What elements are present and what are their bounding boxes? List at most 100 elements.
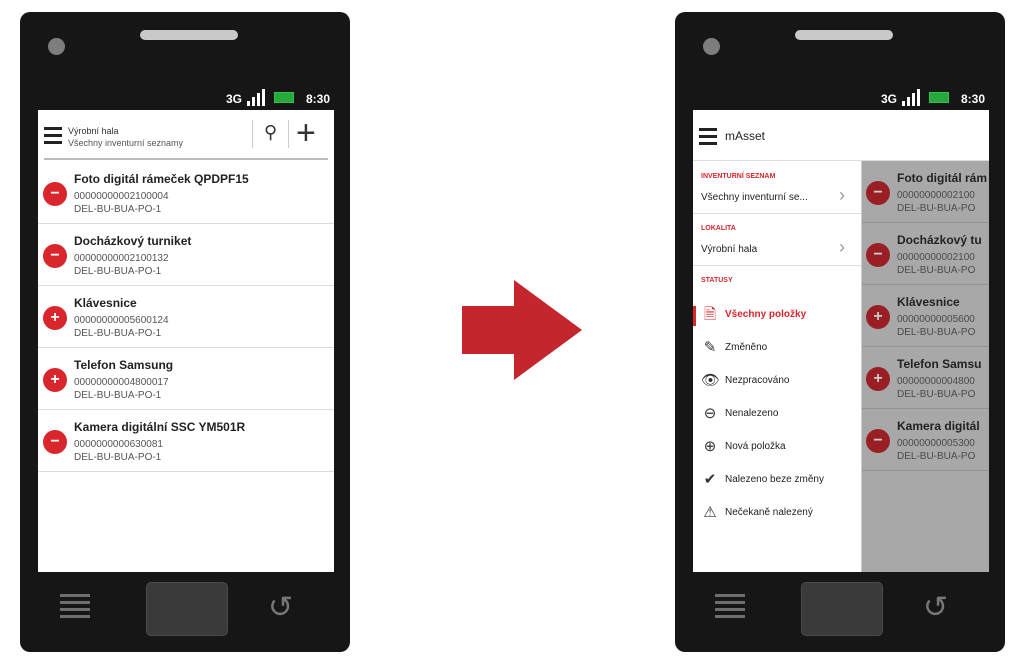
item-title: Telefon Samsu [897, 357, 982, 371]
hamburger-menu-icon[interactable] [699, 128, 717, 145]
hardware-nav-bar: ↺ [20, 572, 350, 652]
item-location: DEL-BU-BUA-PO [897, 327, 976, 338]
pencil-icon: ✎ [703, 339, 717, 356]
warning-icon: ⚠ [703, 504, 717, 521]
phone-left: 3G 8:30 Výrobní hala Všechny inventurní … [20, 12, 350, 652]
clock: 8:30 [960, 92, 985, 106]
item-code: 00000000002100 [897, 190, 975, 201]
item-title: Kamera digitální SSC YM501R [74, 420, 246, 434]
status-filter-unprocessed[interactable]: 👁 Nezpracováno [701, 372, 861, 392]
item-location: DEL-BU-BUA-PO-1 [74, 204, 162, 215]
signal-icon [247, 89, 265, 106]
item-code: 00000000004800 [897, 376, 975, 387]
status-filter-new-item[interactable]: ⊕ Nová položka [701, 438, 861, 458]
eye-icon: 👁 [701, 372, 721, 389]
hamburger-menu-icon[interactable] [44, 127, 62, 144]
item-code: 00000000002100 [897, 252, 975, 263]
status-badge-icon: − [866, 181, 890, 205]
location-selector[interactable]: Výrobní hala [701, 244, 757, 255]
list-item: − Foto digitál rám 00000000002100 DEL-BU… [861, 161, 989, 223]
item-title: Foto digitál rám [897, 171, 987, 185]
hardware-nav-bar: ↺ [675, 572, 1005, 652]
battery-icon [274, 92, 294, 103]
back-arrow-icon[interactable]: ↺ [268, 592, 300, 624]
check-icon: ✔ [703, 471, 717, 488]
item-title: Docházkový tu [897, 233, 982, 247]
item-location: DEL-BU-BUA-PO [897, 265, 976, 276]
plus-circle-icon: ⊕ [703, 438, 717, 455]
list-item: + Klávesnice 00000000005600 DEL-BU-BUA-P… [861, 285, 989, 347]
back-arrow-icon[interactable]: ↺ [923, 592, 955, 624]
inventory-section-label: INVENTURNÍ SEZNAM [701, 173, 776, 180]
header-underline [44, 158, 328, 160]
item-code: 00000000005600124 [74, 315, 169, 326]
home-button[interactable] [146, 582, 228, 636]
item-location: DEL-BU-BUA-PO-1 [74, 328, 162, 339]
search-icon[interactable]: ⚲ [264, 122, 277, 143]
menu-key-icon[interactable] [60, 594, 90, 620]
statuses-section-label: STATUSY [701, 277, 733, 284]
phone-right: 3G 8:30 mAsset − Foto digitál rám 000000… [675, 12, 1005, 652]
divider [693, 213, 861, 214]
status-badge-icon: + [43, 306, 67, 330]
item-location: DEL-BU-BUA-PO [897, 203, 976, 214]
list-item: + Telefon Samsu 00000000004800 DEL-BU-BU… [861, 347, 989, 409]
location-section-label: LOKALITA [701, 225, 736, 232]
status-filter-all[interactable]: 🗎 Všechny položky [701, 306, 861, 326]
menu-key-icon[interactable] [715, 594, 745, 620]
list-item: − Docházkový tu 00000000002100 DEL-BU-BU… [861, 223, 989, 285]
app-header: mAsset [693, 110, 989, 161]
status-badge-icon: + [866, 305, 890, 329]
item-location: DEL-BU-BUA-PO-1 [74, 266, 162, 277]
divider [252, 120, 253, 148]
camera-icon [703, 38, 720, 55]
status-bar: 3G 8:30 [38, 88, 334, 108]
chevron-right-icon[interactable]: › [839, 185, 845, 206]
clock: 8:30 [305, 92, 330, 106]
item-code: 00000000002100004 [74, 191, 169, 202]
speaker-grille [140, 30, 238, 40]
navigation-drawer: INVENTURNÍ SEZNAM Všechny inventurní se.… [693, 161, 862, 572]
status-filter-not-found[interactable]: ⊖ Nenalezeno [701, 405, 861, 425]
home-button[interactable] [801, 582, 883, 636]
status-filter-unexpected[interactable]: ⚠ Nečekaně nalezený [701, 504, 861, 524]
item-code: 00000000005600 [897, 314, 975, 325]
list-item: − Kamera digitál 00000000005300 DEL-BU-B… [861, 409, 989, 471]
item-location: DEL-BU-BUA-PO [897, 451, 976, 462]
status-badge-icon: + [866, 367, 890, 391]
divider [288, 120, 289, 148]
status-bar: 3G 8:30 [693, 88, 989, 108]
item-location: DEL-BU-BUA-PO [897, 389, 976, 400]
chevron-right-icon[interactable]: › [839, 237, 845, 258]
list-item[interactable]: + Telefon Samsung 00000000004800017 DEL-… [38, 348, 334, 410]
divider [693, 265, 861, 266]
list-item[interactable]: − Docházkový turniket 00000000002100132 … [38, 224, 334, 286]
status-filter-changed[interactable]: ✎ Změněno [701, 339, 861, 359]
item-code: 00000000004800017 [74, 377, 169, 388]
item-title: Docházkový turniket [74, 234, 192, 248]
status-badge-icon: − [866, 243, 890, 267]
list-item[interactable]: + Klávesnice 00000000005600124 DEL-BU-BU… [38, 286, 334, 348]
signal-icon [902, 89, 920, 106]
list-item[interactable]: − Kamera digitální SSC YM501R 0000000000… [38, 410, 334, 472]
item-location: DEL-BU-BUA-PO-1 [74, 452, 162, 463]
status-filter-found-unchanged[interactable]: ✔ Nalezeno beze změny [701, 471, 861, 491]
camera-icon [48, 38, 65, 55]
app-header: Výrobní hala Všechny inventurní seznamy … [38, 110, 334, 160]
status-badge-icon: − [866, 429, 890, 453]
screen-inventory-list: Výrobní hala Všechny inventurní seznamy … [38, 110, 334, 572]
item-title: Foto digitál rámeček QPDPF15 [74, 172, 249, 186]
status-badge-icon: − [43, 244, 67, 268]
dimmed-list-overlay[interactable]: − Foto digitál rám 00000000002100 DEL-BU… [861, 161, 989, 572]
battery-icon [929, 92, 949, 103]
item-code: 00000000002100132 [74, 253, 169, 264]
item-code: 00000000005300 [897, 438, 975, 449]
status-badge-icon: − [43, 430, 67, 454]
list-item[interactable]: − Foto digitál rámeček QPDPF15 000000000… [38, 162, 334, 224]
inventory-selector[interactable]: Všechny inventurní se... [701, 192, 808, 203]
add-icon[interactable]: + [296, 113, 316, 153]
minus-circle-icon: ⊖ [703, 405, 717, 422]
item-location: DEL-BU-BUA-PO-1 [74, 390, 162, 401]
transition-arrow-icon [462, 280, 582, 380]
speaker-grille [795, 30, 893, 40]
